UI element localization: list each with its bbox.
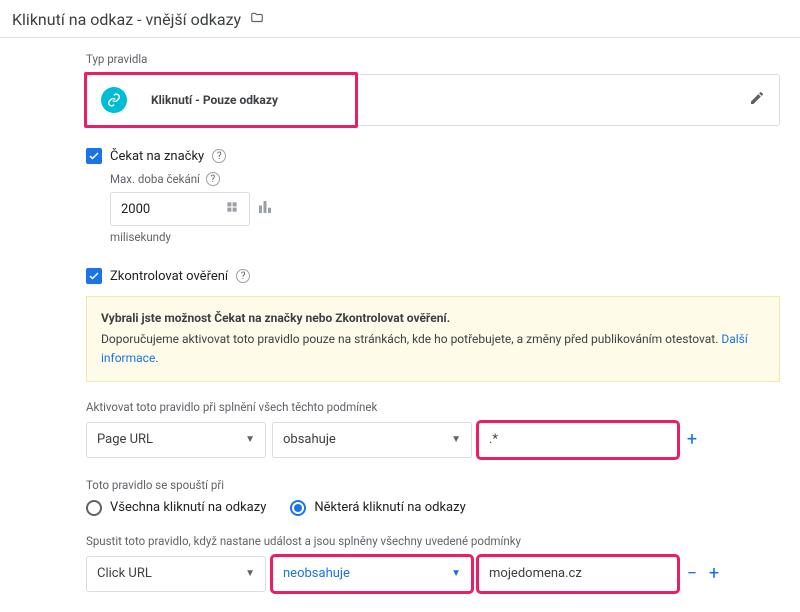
fire-value-input[interactable]: mojedomena.cz xyxy=(478,556,678,592)
add-condition-button[interactable]: + xyxy=(684,429,700,450)
chevron-down-icon: ▼ xyxy=(451,568,461,579)
radio-icon xyxy=(86,500,102,516)
wait-checkbox[interactable] xyxy=(86,148,102,164)
activate-variable-select[interactable]: Page URL▼ xyxy=(86,422,266,458)
stepper-icon[interactable] xyxy=(225,200,239,218)
remove-condition-button[interactable]: − xyxy=(684,563,700,584)
wait-for-tags-row: Čekat na značky ? xyxy=(86,148,780,164)
radio-some-clicks[interactable]: Některá kliknutí na odkazy xyxy=(290,500,465,516)
validation-row: Zkontrolovat ověření ? xyxy=(86,268,780,284)
trigger-type-name: Kliknutí - Pouze odkazy xyxy=(151,93,278,107)
wait-unit: milisekundy xyxy=(110,230,780,244)
fireon-label: Toto pravidlo se spouští při xyxy=(86,478,780,492)
radio-all-clicks[interactable]: Všechna kliknutí na odkazy xyxy=(86,500,266,516)
fire-operator-select[interactable]: neobsahuje▼ xyxy=(272,556,472,592)
help-icon[interactable]: ? xyxy=(206,172,220,186)
type-label: Typ pravidla xyxy=(86,52,780,66)
info-bold: Vybrali jste možnost Čekat na značky neb… xyxy=(101,309,765,328)
help-icon[interactable]: ? xyxy=(236,269,250,283)
page-header: Kliknutí na odkaz - vnější odkazy xyxy=(0,0,800,38)
activate-value-input[interactable]: .* xyxy=(478,422,678,458)
activate-condition-row: Page URL▼ obsahuje▼ .* + xyxy=(86,422,780,458)
link-icon xyxy=(101,87,127,113)
wait-sub-block: Max. doba čekání ? 2000 milisekundy xyxy=(110,172,780,244)
fire-variable-select[interactable]: Click URL▼ xyxy=(86,556,266,592)
validation-label: Zkontrolovat ověření xyxy=(110,269,228,284)
fireon-radio-group: Všechna kliknutí na odkazy Některá klikn… xyxy=(86,500,780,516)
wait-label: Čekat na značky xyxy=(110,149,204,164)
trigger-config-panel: Typ pravidla Kliknutí - Pouze odkazy Ček… xyxy=(0,38,800,612)
max-wait-label: Max. doba čekání ? xyxy=(110,172,780,186)
chevron-down-icon: ▼ xyxy=(245,568,255,579)
add-condition-button[interactable]: + xyxy=(706,563,722,584)
page-title: Kliknutí na odkaz - vnější odkazy xyxy=(12,10,241,29)
help-icon[interactable]: ? xyxy=(212,149,226,163)
trigger-type-card[interactable]: Kliknutí - Pouze odkazy xyxy=(86,74,780,126)
chevron-down-icon: ▼ xyxy=(451,434,461,445)
activate-operator-select[interactable]: obsahuje▼ xyxy=(272,422,472,458)
fire-condition-row: Click URL▼ neobsahuje▼ mojedomena.cz − + xyxy=(86,556,780,592)
chevron-down-icon: ▼ xyxy=(245,434,255,445)
info-text: Doporučujeme aktivovat toto pravidlo pou… xyxy=(101,330,765,368)
activate-label: Aktivovat toto pravidlo při splnění všec… xyxy=(86,400,780,414)
fire-cond-label: Spustit toto pravidlo, když nastane udál… xyxy=(86,534,780,548)
info-box: Vybrali jste možnost Čekat na značky neb… xyxy=(86,296,780,382)
pencil-icon[interactable] xyxy=(749,90,765,110)
max-wait-input[interactable]: 2000 xyxy=(110,192,250,226)
validation-checkbox[interactable] xyxy=(86,268,102,284)
variable-picker-icon[interactable] xyxy=(256,198,274,220)
radio-icon xyxy=(290,500,306,516)
folder-icon[interactable] xyxy=(249,11,265,29)
